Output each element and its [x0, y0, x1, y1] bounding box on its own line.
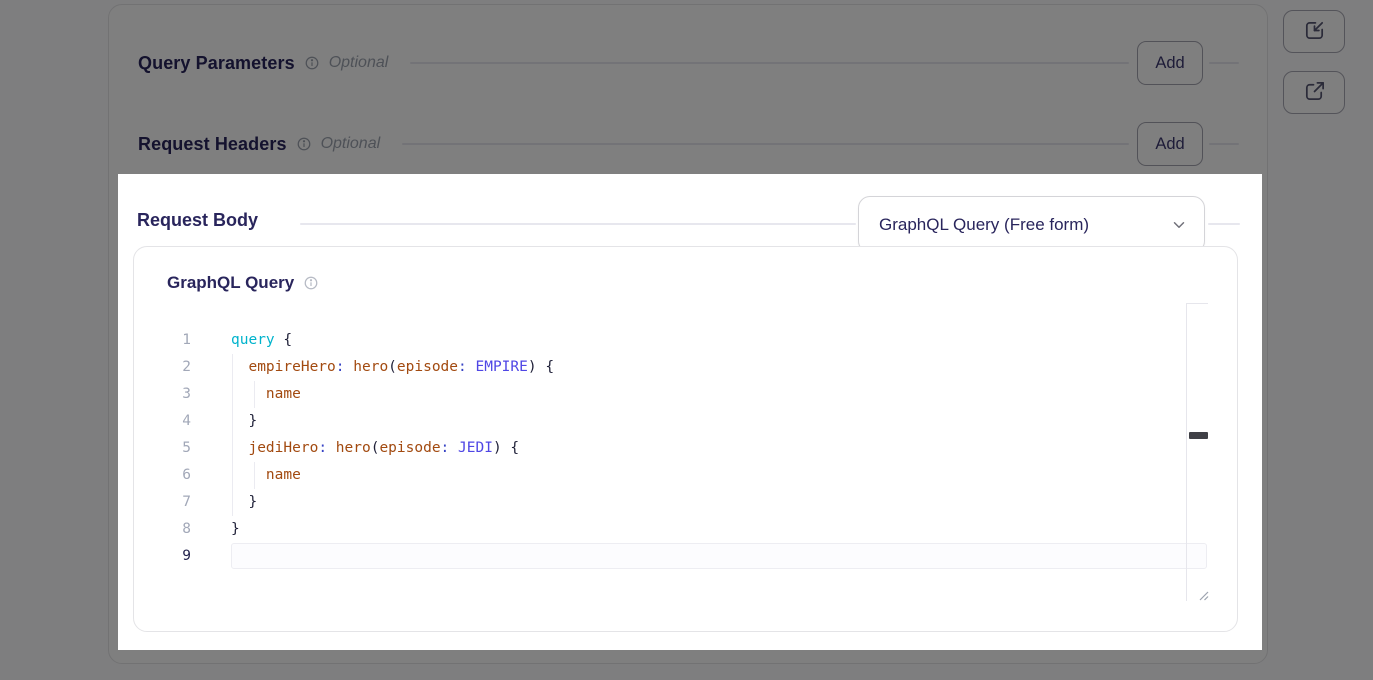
line-number: 9: [134, 543, 191, 570]
square-arrow-in-icon: [1303, 19, 1326, 45]
graphql-query-label: GraphQL Query: [167, 273, 294, 293]
code-line: 5 jediHero: hero(episode: JEDI) {: [134, 435, 1237, 462]
body-type-select-value: GraphQL Query (Free form): [879, 215, 1162, 235]
code-line: 9: [134, 543, 1237, 570]
divider: [1209, 62, 1239, 64]
line-number: 5: [134, 435, 191, 462]
code-line: 4 }: [134, 408, 1237, 435]
code-text: }: [191, 489, 257, 516]
app-screen: Query Parameters Optional Add Request He…: [0, 0, 1373, 680]
code-line: 3 name: [134, 381, 1237, 408]
line-number: 1: [134, 327, 191, 354]
line-number: 2: [134, 354, 191, 381]
code-text: }: [191, 408, 257, 435]
body-type-select[interactable]: GraphQL Query (Free form): [858, 196, 1205, 253]
line-number: 4: [134, 408, 191, 435]
divider: [1209, 143, 1239, 145]
chevron-down-icon: [1170, 216, 1188, 234]
external-link-icon: [1303, 80, 1326, 106]
divider: [300, 223, 856, 225]
request-body-label: Request Body: [137, 210, 258, 231]
code-line: 8}: [134, 516, 1237, 543]
add-request-header-button[interactable]: Add: [1137, 122, 1203, 166]
scrollbar-thumb[interactable]: [1189, 432, 1208, 439]
graphql-code-editor[interactable]: 1query {2 empireHero: hero(episode: EMPI…: [134, 327, 1237, 570]
code-text: name: [191, 381, 301, 408]
query-parameters-label: Query Parameters: [138, 53, 295, 74]
resize-grip-icon[interactable]: [1196, 588, 1209, 601]
divider: [410, 62, 1129, 64]
code-line: 6 name: [134, 462, 1237, 489]
add-query-parameter-button[interactable]: Add: [1137, 41, 1203, 85]
code-line: 2 empireHero: hero(episode: EMPIRE) {: [134, 354, 1237, 381]
editor-scrollbar[interactable]: [1186, 303, 1208, 601]
code-text: query {: [191, 327, 292, 354]
code-text: name: [191, 462, 301, 489]
graphql-query-header: GraphQL Query: [167, 273, 318, 293]
info-icon[interactable]: [305, 56, 319, 70]
request-headers-label: Request Headers: [138, 134, 287, 155]
request-headers-row: Request Headers Optional Add: [138, 122, 1239, 166]
optional-hint: Optional: [321, 135, 381, 153]
line-number: 6: [134, 462, 191, 489]
line-number: 8: [134, 516, 191, 543]
open-external-button[interactable]: [1283, 71, 1345, 114]
code-text: [191, 543, 231, 570]
request-body-spotlight: Request Body GraphQL Query (Free form) G…: [118, 174, 1262, 650]
code-line: 7 }: [134, 489, 1237, 516]
line-number: 3: [134, 381, 191, 408]
code-line: 1query {: [134, 327, 1237, 354]
edit-in-window-button[interactable]: [1283, 10, 1345, 53]
code-text: }: [191, 516, 240, 543]
code-text: jediHero: hero(episode: JEDI) {: [191, 435, 519, 462]
divider: [402, 143, 1129, 145]
query-parameters-row: Query Parameters Optional Add: [138, 41, 1239, 85]
code-text: empireHero: hero(episode: EMPIRE) {: [191, 354, 554, 381]
divider: [1208, 223, 1240, 225]
info-icon[interactable]: [304, 276, 318, 290]
optional-hint: Optional: [329, 54, 389, 72]
line-number: 7: [134, 489, 191, 516]
graphql-editor-card: GraphQL Query 1query {2 empireHero: hero…: [133, 246, 1238, 632]
info-icon[interactable]: [297, 137, 311, 151]
